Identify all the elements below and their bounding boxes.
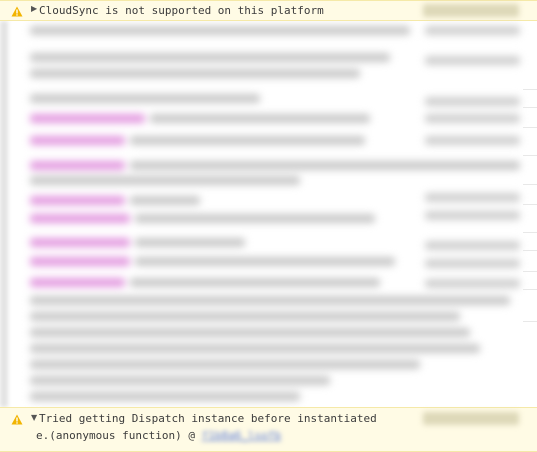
expand-triangle-icon[interactable]: ▶ [31,4,37,13]
source-location-link[interactable] [423,412,519,425]
console-warning-row[interactable]: ▼ Tried getting Dispatch instance before… [0,407,537,452]
stack-function-name: e.(anonymous function) @ [36,429,195,442]
warning-message: CloudSync is not supported on this platf… [39,4,324,17]
warning-icon [11,414,23,425]
blurred-console-output [0,21,537,407]
console-warning-row[interactable]: ▶ CloudSync is not supported on this pla… [0,0,537,21]
warning-icon [11,6,23,17]
warning-message: Tried getting Dispatch instance before i… [39,412,377,425]
collapse-triangle-icon[interactable]: ▼ [31,413,37,422]
stack-source-link[interactable]: f1b8a6_lsofb [202,429,281,442]
stack-trace-line: e.(anonymous function) @ f1b8a6_lsofb [36,429,281,442]
source-location-link[interactable] [423,4,519,17]
